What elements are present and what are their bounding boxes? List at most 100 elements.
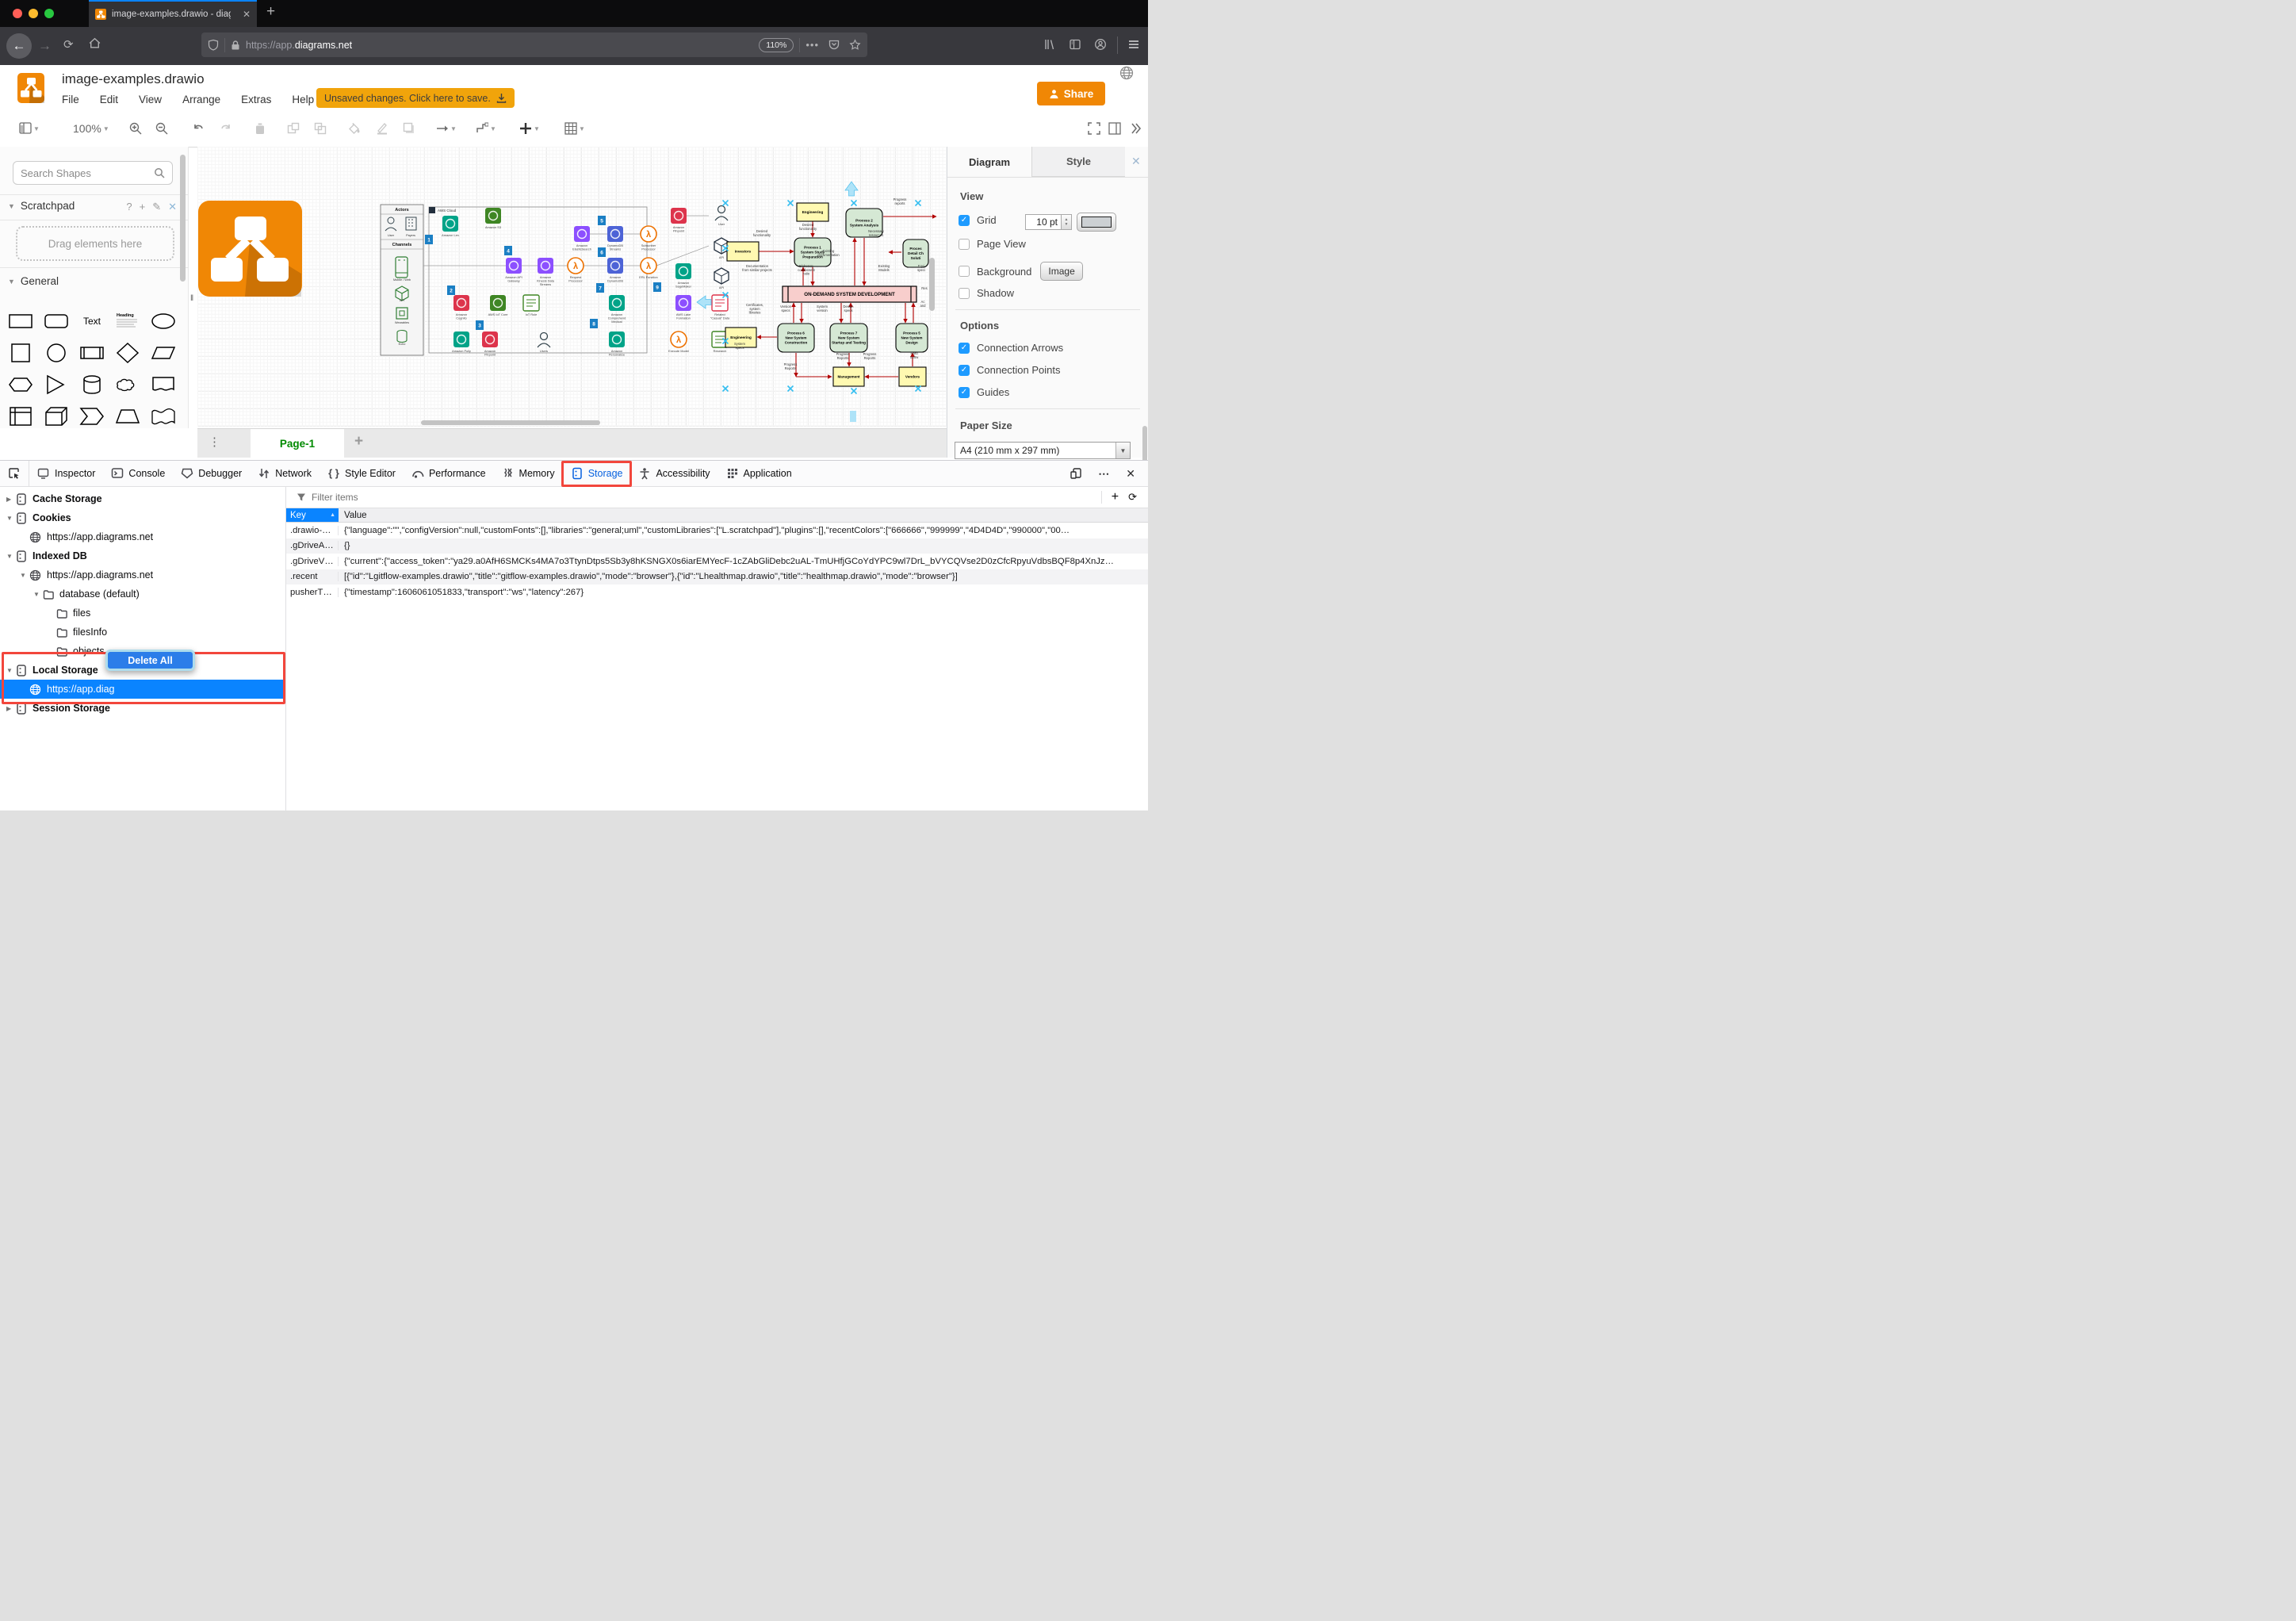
shape-rect[interactable] [3, 305, 38, 337]
devtools-close-icon[interactable]: ✕ [1126, 467, 1135, 481]
shape-hexagon[interactable] [3, 369, 38, 400]
context-menu-delete-all[interactable]: Delete All [108, 652, 193, 669]
general-section-header[interactable]: ▼ General [8, 275, 59, 287]
zoom-out-button[interactable] [155, 122, 168, 135]
devtools-tab-network[interactable]: Network [250, 461, 320, 486]
scratchpad-drop-area[interactable]: Drag elements here [16, 226, 174, 261]
fullscreen-button[interactable] [1088, 122, 1100, 135]
pick-element-icon[interactable] [0, 461, 29, 486]
page-actions-icon[interactable]: ••• [806, 39, 819, 51]
tree-item-session-storage[interactable]: ▶Session Storage [0, 699, 285, 718]
expand-triangle-icon[interactable]: ▼ [33, 591, 40, 598]
grid-size-stepper[interactable]: ▲▼ [1062, 214, 1072, 230]
shadow-button[interactable] [403, 122, 415, 135]
library-icon[interactable] [1043, 38, 1056, 55]
devtools-tab-style-editor[interactable]: { }Style Editor [320, 461, 404, 486]
url-bar[interactable]: https://app.diagrams.net 110% ••• [201, 33, 867, 57]
close-window-button[interactable] [13, 9, 22, 18]
background-image-button[interactable]: Image [1040, 262, 1082, 281]
grid-checkbox[interactable]: ✓ [959, 215, 970, 226]
tree-item-https-app-diag[interactable]: https://app.diag [0, 680, 285, 699]
forward-button[interactable]: → [38, 38, 52, 54]
storage-row-pusherT[interactable]: pusherT…{"timestamp":1606061051833,"tran… [286, 584, 1148, 600]
column-value[interactable]: Value [339, 508, 367, 522]
shape-triangle[interactable] [39, 369, 74, 400]
menu-arrange[interactable]: Arrange [182, 94, 220, 105]
shape-heading[interactable]: Heading [110, 305, 145, 337]
canvas-vertical-scrollbar[interactable] [929, 258, 935, 311]
undo-button[interactable] [193, 122, 205, 135]
waypoint-style-button[interactable]: ▼ [476, 122, 496, 135]
column-key[interactable]: Key ▲ [286, 508, 339, 522]
zoom-level-badge[interactable]: 110% [759, 38, 794, 52]
hamburger-menu-icon[interactable] [1127, 38, 1140, 55]
expand-triangle-icon[interactable]: ▼ [6, 515, 13, 522]
tree-item-filesinfo[interactable]: filesInfo [0, 623, 285, 642]
fill-color-button[interactable] [349, 122, 362, 135]
devtools-tab-performance[interactable]: Performance [404, 461, 494, 486]
expand-triangle-icon[interactable]: ▼ [20, 572, 26, 579]
grid-color-button[interactable] [1077, 213, 1116, 232]
reload-button[interactable]: ⟳ [63, 37, 74, 52]
tab-diagram[interactable]: Diagram [947, 147, 1031, 177]
shape-square[interactable] [3, 337, 38, 369]
expand-triangle-icon[interactable]: ▼ [6, 667, 13, 674]
close-panel-icon[interactable]: ✕ [1131, 155, 1141, 168]
connection-style-button[interactable]: ▼ [436, 122, 457, 135]
shape-rrect[interactable] [39, 305, 74, 337]
home-button[interactable] [88, 36, 101, 54]
tree-item-https-app-diagrams-net[interactable]: https://app.diagrams.net [0, 527, 285, 546]
edit-pencil-icon[interactable]: ✎ [152, 201, 161, 213]
expand-triangle-icon[interactable]: ▶ [6, 496, 13, 503]
paper-size-select[interactable]: A4 (210 mm x 297 mm) ▼ [955, 442, 1131, 459]
maximize-window-button[interactable] [44, 9, 54, 18]
line-color-button[interactable] [376, 122, 388, 135]
refresh-icon[interactable]: ⟳ [1128, 491, 1137, 504]
storage-row-gDriveA[interactable]: .gDriveA…{} [286, 538, 1148, 554]
zoom-in-button[interactable] [129, 122, 142, 135]
minimize-window-button[interactable] [29, 9, 38, 18]
devtools-menu-icon[interactable]: ⋯ [1098, 467, 1110, 481]
diagram-canvas[interactable]: ActorsUserPayersChannelsMobile / WebAPIW… [197, 147, 947, 427]
shield-icon[interactable] [208, 39, 219, 51]
page-tab[interactable]: Page-1 [251, 429, 344, 458]
guides-checkbox[interactable]: ✓ [959, 387, 970, 398]
pocket-icon[interactable] [828, 39, 840, 51]
devtools-tab-accessibility[interactable]: Accessibility [630, 461, 718, 486]
to-back-button[interactable] [314, 122, 327, 135]
collapse-panel-button[interactable] [1129, 122, 1142, 135]
new-tab-button[interactable]: + [266, 3, 275, 21]
devtools-tab-debugger[interactable]: Debugger [173, 461, 250, 486]
background-checkbox[interactable] [959, 266, 970, 277]
devtools-tab-application[interactable]: Application [718, 461, 800, 486]
share-button[interactable]: Share [1037, 82, 1105, 105]
tree-item-https-app-diagrams-net[interactable]: ▼https://app.diagrams.net [0, 565, 285, 584]
redo-button[interactable] [219, 122, 232, 135]
close-icon[interactable]: ✕ [168, 201, 177, 213]
tree-item-cache-storage[interactable]: ▶Cache Storage [0, 489, 285, 508]
devtools-tab-inspector[interactable]: Inspector [29, 461, 103, 486]
canvas-horizontal-scrollbar[interactable] [421, 420, 600, 425]
shape-cloud[interactable] [110, 369, 145, 400]
tree-item-cookies[interactable]: ▼Cookies [0, 508, 285, 527]
shape-process[interactable] [75, 337, 109, 369]
shape-diamond[interactable] [110, 337, 145, 369]
panel-resize-handle[interactable]: ‖ [190, 294, 193, 303]
search-shapes-input[interactable]: Search Shapes [13, 161, 173, 185]
expand-triangle-icon[interactable]: ▶ [6, 705, 13, 712]
tree-item-files[interactable]: files [0, 604, 285, 623]
unsaved-changes-button[interactable]: Unsaved changes. Click here to save. [316, 88, 515, 108]
shape-tape[interactable] [146, 400, 181, 426]
account-icon[interactable] [1094, 38, 1107, 55]
tree-item-indexed-db[interactable]: ▼Indexed DB [0, 546, 285, 565]
language-globe-icon[interactable] [1119, 66, 1134, 84]
menu-help[interactable]: Help [292, 94, 314, 105]
to-front-button[interactable] [287, 122, 300, 135]
devtools-tab-console[interactable]: Console [103, 461, 173, 486]
storage-row-gDriveV[interactable]: .gDriveV…{"current":{"access_token":"ya2… [286, 554, 1148, 569]
responsive-design-icon[interactable] [1070, 467, 1082, 480]
storage-row-recent[interactable]: .recent[{"id":"Lgitflow-examples.drawio"… [286, 569, 1148, 585]
add-item-icon[interactable]: + [1112, 490, 1119, 504]
shape-internal[interactable] [3, 400, 38, 426]
browser-tab[interactable]: image-examples.drawio - diagra ✕ [89, 0, 257, 27]
